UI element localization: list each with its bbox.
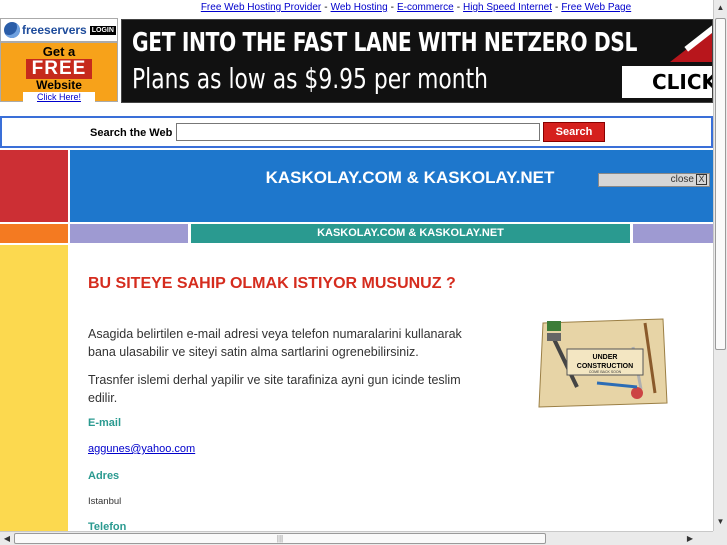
email-label: E-mail	[88, 417, 122, 429]
ad-get-a: Get a	[42, 44, 76, 59]
vertical-scroll-thumb[interactable]	[715, 18, 726, 350]
nav-purple-block	[70, 224, 188, 243]
sidebar-yellow	[0, 245, 68, 535]
search-label: Search the Web	[90, 127, 173, 139]
uc-construction: CONSTRUCTION	[577, 363, 633, 370]
freeservers-logo-bar[interactable]: freeservers LOGIN	[0, 18, 118, 42]
top-links-bar: Free Web Hosting Provider - Web Hosting - E-…	[120, 0, 712, 16]
login-button[interactable]: LOGIN	[89, 25, 116, 35]
ad-free: FREE	[25, 59, 93, 79]
search-button[interactable]: Search	[543, 122, 605, 142]
globe-icon	[4, 22, 20, 38]
link-ecommerce[interactable]: E-commerce	[397, 2, 454, 13]
search-bar: Search the Web Search	[0, 116, 713, 148]
banner-headline: GET INTO THE FAST LANE WITH NETZERO DSL	[132, 28, 638, 58]
scrollbar-corner	[713, 531, 727, 545]
banner-subline: Plans as low as $9.95 per month	[132, 62, 489, 95]
scroll-up-icon[interactable]: ▲	[715, 1, 726, 15]
freeservers-brand: freeservers	[22, 23, 87, 37]
ad-click-here-link[interactable]: Click Here!	[23, 92, 95, 102]
page-heading: BU SITEYE SAHIP OLMAK ISTIYOR MUSUNUZ ?	[88, 275, 456, 292]
link-separator: -	[554, 2, 559, 13]
horizontal-scroll-thumb[interactable]: |||	[14, 533, 546, 544]
uc-come-back: COME BACK SOON	[589, 370, 622, 374]
close-icon[interactable]: X	[696, 174, 707, 185]
scroll-left-icon[interactable]: ◀	[1, 532, 13, 545]
nav-purple-block-right	[633, 224, 713, 243]
close-label: close	[670, 174, 694, 186]
banner-click-here-button[interactable]: CLICK HE	[622, 66, 712, 98]
address-label: Adres	[88, 470, 120, 482]
scroll-right-icon[interactable]: ▶	[684, 532, 696, 545]
grip-icon: |||	[276, 534, 284, 543]
ad-website: Website	[36, 78, 82, 92]
horizontal-scrollbar[interactable]: ◀ ||| ▶	[0, 531, 713, 545]
link-separator: -	[324, 2, 328, 13]
free-website-ad[interactable]: Get a FREE Website Click Here!	[0, 42, 118, 102]
email-link[interactable]: aggunes@yahoo.com	[88, 443, 195, 455]
link-free-web-page[interactable]: Free Web Page	[561, 2, 631, 13]
search-input[interactable]	[176, 123, 540, 141]
vertical-scrollbar[interactable]: ▲ ▼	[713, 0, 727, 531]
link-high-speed-internet[interactable]: High Speed Internet	[463, 2, 552, 13]
netzero-banner-ad[interactable]: GET INTO THE FAST LANE WITH NETZERO DSL …	[121, 19, 713, 103]
transfer-paragraph: Trasnfer islemi derhal yapilir ve site t…	[88, 373, 461, 405]
uc-under: UNDER	[593, 354, 618, 361]
link-separator: -	[456, 2, 461, 13]
scroll-down-icon[interactable]: ▼	[715, 515, 726, 529]
close-button[interactable]: close X	[598, 173, 710, 187]
address-value: Istanbul	[88, 496, 122, 507]
under-construction-image: UNDER CONSTRUCTION COME BACK SOON	[538, 318, 668, 408]
link-free-web-hosting[interactable]: Free Web Hosting Provider	[201, 2, 321, 13]
nav-orange-block	[0, 224, 68, 243]
link-separator: -	[390, 2, 394, 13]
nav-site-title: KASKOLAY.COM & KASKOLAY.NET	[191, 224, 630, 243]
link-web-hosting[interactable]: Web Hosting	[331, 2, 388, 13]
contact-paragraph: Asagida belirtilen e-mail adresi veya te…	[88, 327, 462, 359]
main-content: BU SITEYE SAHIP OLMAK ISTIYOR MUSUNUZ ? …	[70, 245, 713, 535]
header-red-block	[0, 150, 68, 222]
paint-can-icon	[547, 321, 561, 331]
